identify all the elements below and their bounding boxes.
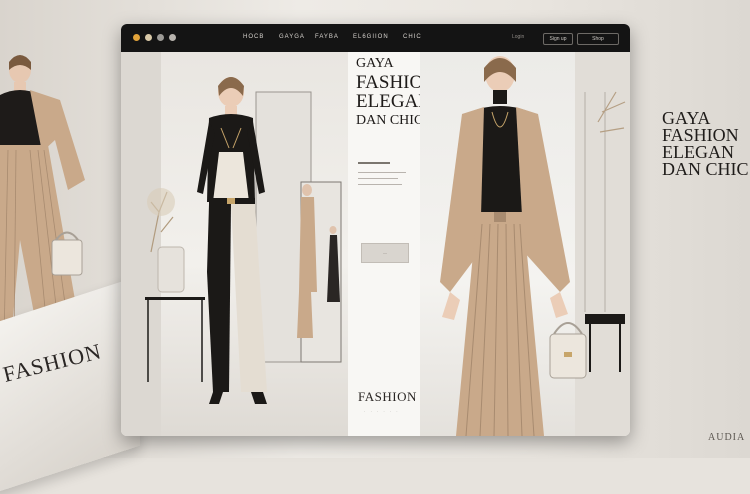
window-dot-beige[interactable] bbox=[145, 34, 152, 41]
hero-image-right bbox=[420, 52, 630, 436]
cta-button-label: — bbox=[383, 250, 387, 255]
shop-button[interactable]: Shop bbox=[577, 33, 619, 45]
model-illustration-right bbox=[440, 52, 630, 436]
title-bar: HOCB GAYGA FAYBA EL6GIION CHIC Login Sig… bbox=[121, 24, 630, 52]
window-dot-orange[interactable] bbox=[133, 34, 140, 41]
hero-image-left bbox=[121, 52, 348, 436]
login-link[interactable]: Login bbox=[512, 34, 524, 40]
website-window: HOCB GAYGA FAYBA EL6GIION CHIC Login Sig… bbox=[121, 24, 630, 436]
cta-button[interactable]: — bbox=[361, 243, 409, 263]
fashion-sublabel: · · · · · · bbox=[364, 409, 400, 414]
subtext-line bbox=[358, 184, 402, 185]
corner-text: AUDIA bbox=[708, 432, 746, 443]
nav-item-chic[interactable]: CHIC bbox=[403, 34, 422, 40]
subtext-line bbox=[358, 162, 390, 164]
nav-item-gaya[interactable]: GAYGA bbox=[279, 34, 305, 40]
signup-button[interactable]: Sign up bbox=[543, 33, 573, 45]
background-title-line-4: DAN CHIC bbox=[662, 159, 749, 179]
subtext-line bbox=[358, 172, 406, 173]
fashion-label: FASHION bbox=[358, 389, 417, 404]
background-title: GAYA FASHION ELEGAN DAN CHIC bbox=[662, 109, 749, 179]
subtext-line bbox=[358, 178, 398, 179]
nav-item-elegan[interactable]: EL6GIION bbox=[353, 34, 389, 40]
nav-item-home[interactable]: HOCB bbox=[243, 34, 264, 40]
window-dot-light[interactable] bbox=[169, 34, 176, 41]
nav-item-fashion[interactable]: FAYBA bbox=[315, 34, 339, 40]
window-dot-gray[interactable] bbox=[157, 34, 164, 41]
model-illustration-left bbox=[121, 52, 342, 436]
